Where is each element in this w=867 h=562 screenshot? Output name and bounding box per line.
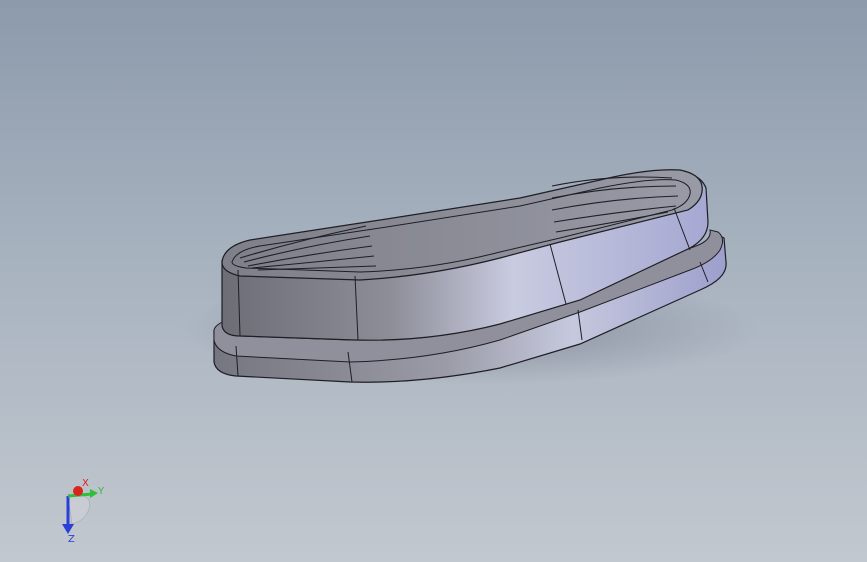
graphics-viewport[interactable]: X Y Z xyxy=(0,0,867,562)
orientation-triad[interactable]: X Y Z xyxy=(48,474,118,544)
triad-back-plane xyxy=(67,494,91,525)
triad-z-label: Z xyxy=(68,534,75,544)
triad-z-arrow xyxy=(62,524,74,534)
triad-y-arrow xyxy=(90,489,98,498)
triad-x-label: X xyxy=(82,478,89,489)
3d-part-model[interactable] xyxy=(0,0,867,562)
triad-y-label: Y xyxy=(97,486,105,497)
